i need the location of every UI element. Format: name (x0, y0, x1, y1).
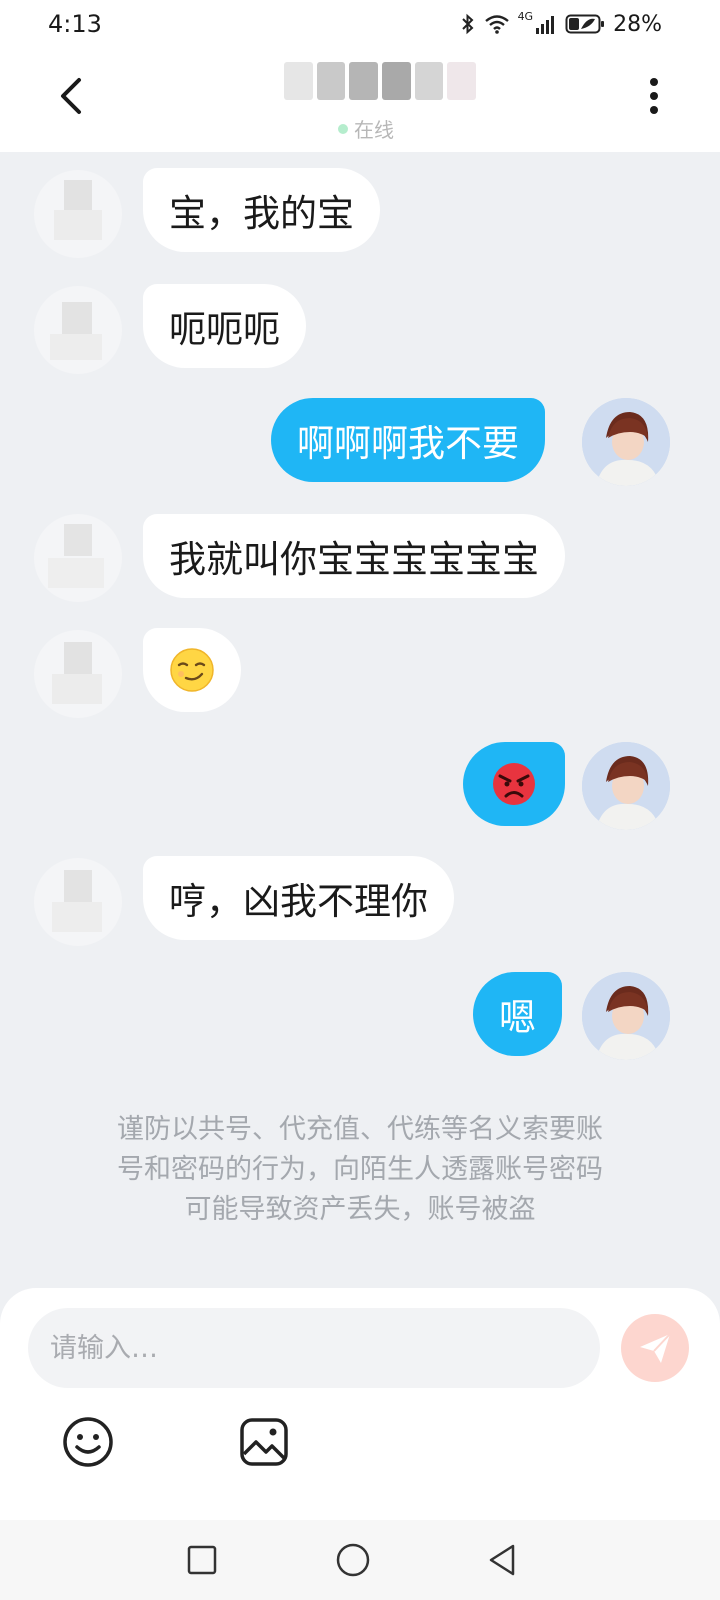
chat-header: 在线 (0, 48, 720, 152)
back-nav-button[interactable] (478, 1536, 526, 1584)
network-type: 4G (517, 10, 534, 23)
square-icon (187, 1545, 217, 1575)
safety-notice-line: 可能导致资产丢失，账号被盗 (184, 1194, 536, 1225)
circle-icon (336, 1543, 370, 1577)
message-bubble-outgoing[interactable]: 啊啊啊我不要 (271, 398, 545, 482)
message-composer (0, 1288, 720, 1520)
safety-notice: 谨防以共号、代充值、代练等名义索要账 号和密码的行为，向陌生人透露账号密码 可能… (70, 1110, 650, 1230)
bluetooth-icon (461, 13, 474, 35)
online-status-text: 在线 (354, 118, 394, 142)
image-icon (240, 1418, 288, 1466)
send-button[interactable] (621, 1314, 689, 1382)
contact-avatar[interactable] (34, 630, 122, 718)
more-vertical-icon (650, 78, 658, 114)
recents-button[interactable] (178, 1536, 226, 1584)
battery-icon (565, 14, 605, 34)
message-bubble-incoming[interactable]: 呃呃呃 (143, 284, 306, 368)
triangle-back-icon (489, 1544, 515, 1576)
paper-plane-icon (640, 1333, 671, 1363)
online-status: 在线 (338, 114, 394, 143)
angry-face-icon (493, 763, 535, 805)
message-bubble-incoming[interactable]: 哼，凶我不理你 (143, 856, 454, 940)
system-nav-bar (0, 1520, 720, 1600)
contact-avatar[interactable] (34, 858, 122, 946)
image-button[interactable] (234, 1412, 294, 1472)
battery-percent: 28% (613, 11, 662, 37)
chevron-left-icon (61, 78, 81, 114)
contact-avatar[interactable] (34, 514, 122, 602)
back-button[interactable] (46, 70, 98, 122)
message-bubble-outgoing[interactable]: 嗯 (473, 972, 562, 1056)
wifi-icon (484, 15, 509, 34)
message-bubble-outgoing[interactable] (463, 742, 565, 826)
message-bubble-incoming[interactable]: 宝，我的宝 (143, 168, 380, 252)
my-avatar[interactable] (582, 742, 670, 830)
message-bubble-incoming[interactable] (143, 628, 241, 712)
status-bar: 4:13 4G 28% (0, 0, 720, 48)
message-bubble-incoming[interactable]: 我就叫你宝宝宝宝宝宝 (143, 514, 565, 598)
contact-name-redacted (284, 62, 477, 100)
message-input[interactable] (50, 1332, 578, 1364)
safety-notice-line: 谨防以共号、代充值、代练等名义索要账 (117, 1114, 603, 1145)
more-button[interactable] (628, 70, 680, 122)
home-button[interactable] (329, 1536, 377, 1584)
status-icons: 4G 28% (460, 10, 662, 38)
my-avatar[interactable] (582, 398, 670, 486)
online-dot (338, 123, 348, 134)
my-avatar[interactable] (582, 972, 670, 1060)
safety-notice-line: 号和密码的行为，向陌生人透露账号密码 (117, 1154, 603, 1185)
smirk-face-icon (170, 648, 214, 692)
status-time: 4:13 (48, 10, 102, 38)
signal-icon (536, 16, 555, 34)
message-input-wrapper[interactable] (28, 1308, 600, 1388)
contact-avatar[interactable] (34, 170, 122, 258)
contact-avatar[interactable] (34, 286, 122, 374)
emoji-button[interactable] (58, 1412, 118, 1472)
smile-icon (63, 1417, 113, 1467)
